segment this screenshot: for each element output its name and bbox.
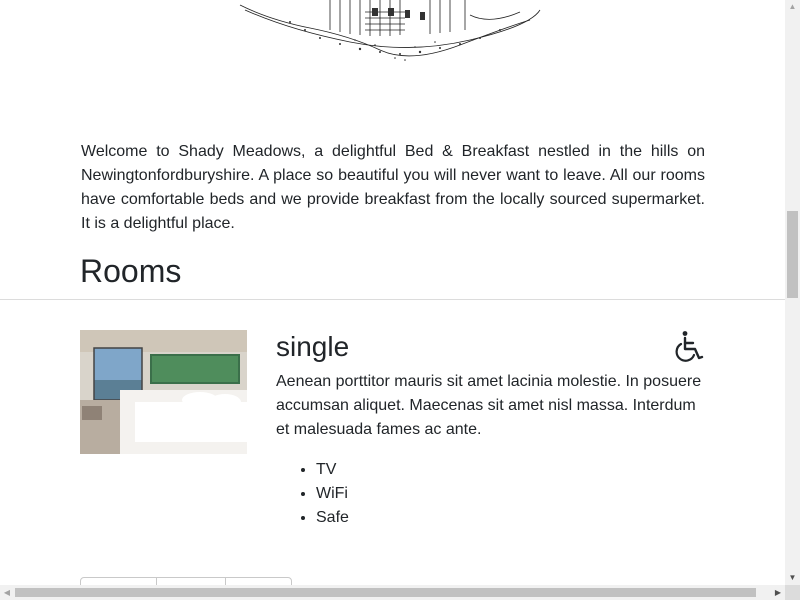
horizontal-scroll-thumb[interactable] [15, 588, 756, 597]
room-name: single [276, 331, 350, 362]
scroll-left-icon[interactable]: ◀ [0, 585, 14, 600]
room-button-1[interactable] [81, 578, 157, 585]
page-viewport: Welcome to Shady Meadows, a delightful B… [0, 0, 785, 585]
horizontal-scrollbar[interactable]: ◀ ▶ [0, 585, 785, 600]
room-button-2[interactable] [157, 578, 226, 585]
feature-item: TV [316, 458, 349, 482]
feature-item: Safe [316, 506, 349, 530]
scroll-up-icon[interactable]: ▲ [785, 0, 800, 14]
room-features-list: TV WiFi Safe [316, 458, 349, 530]
room-photo [80, 330, 247, 454]
room-description: Aenean porttitor mauris sit amet lacinia… [276, 373, 702, 438]
feature-item: WiFi [316, 482, 349, 506]
wheelchair-icon [675, 331, 704, 362]
room-button-group [80, 577, 292, 585]
vertical-scroll-thumb[interactable] [787, 211, 798, 298]
section-divider [0, 299, 785, 300]
room-card: single Aenean porttitor mauris sit amet … [80, 330, 705, 550]
hotel-sketch-image [239, 0, 541, 61]
room-button-3[interactable] [226, 578, 291, 585]
scroll-down-icon[interactable]: ▼ [785, 571, 800, 585]
scrollbar-corner [785, 585, 800, 600]
intro-paragraph: Welcome to Shady Meadows, a delightful B… [81, 143, 705, 232]
vertical-scrollbar[interactable]: ▲ ▼ [785, 0, 800, 585]
scroll-right-icon[interactable]: ▶ [771, 585, 785, 600]
rooms-heading: Rooms [80, 253, 182, 289]
